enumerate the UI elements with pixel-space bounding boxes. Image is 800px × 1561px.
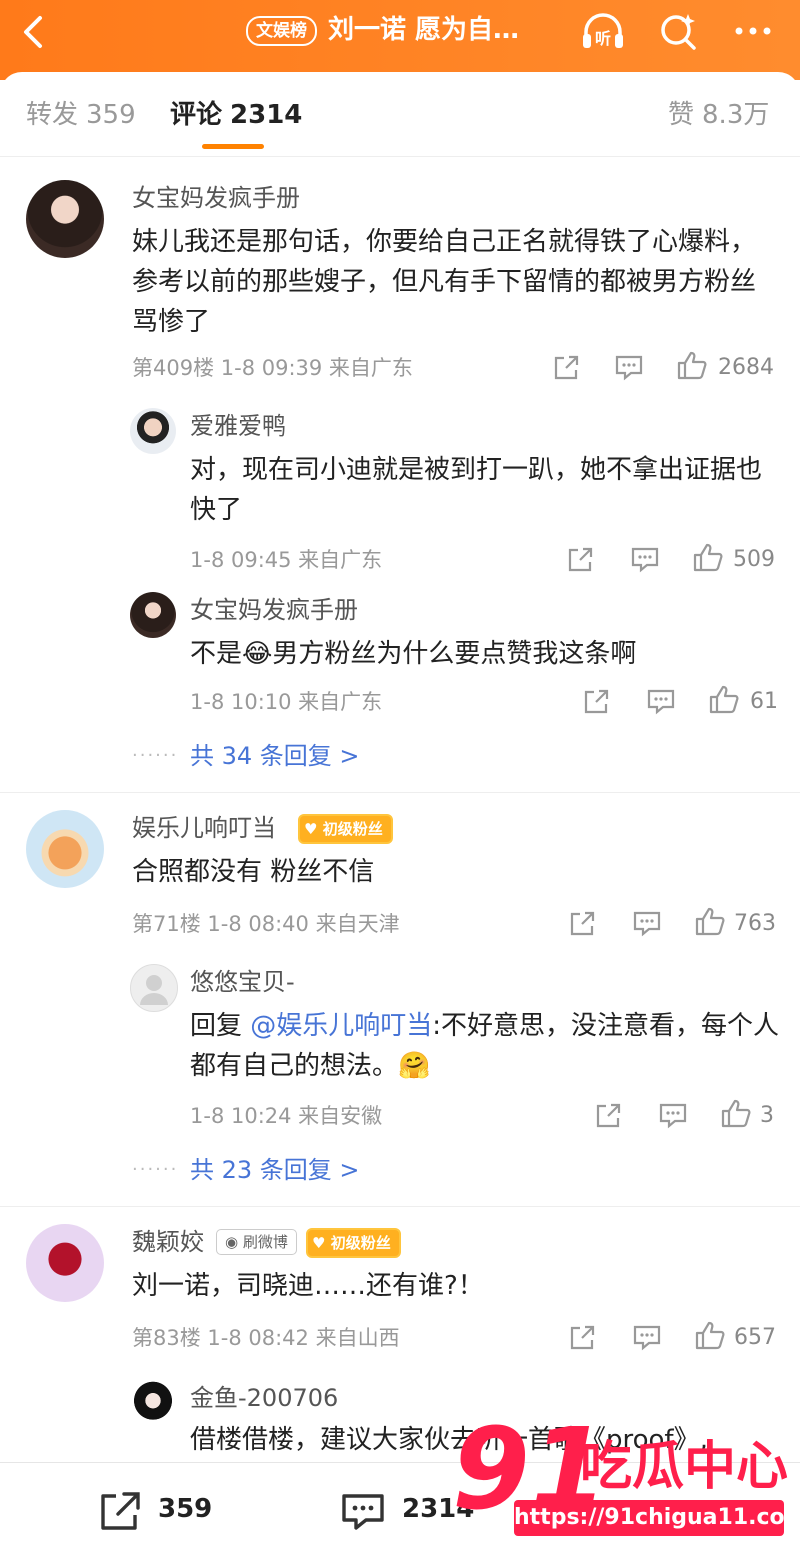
comment-meta: 1-8 10:10 来自广东	[190, 690, 383, 714]
hug-emoji-icon: 🤗	[398, 1051, 431, 1081]
view-more-replies-link[interactable]: 共 23 条回复 >	[190, 1154, 360, 1186]
tab-likes[interactable]: 赞 8.3万	[668, 98, 769, 132]
share-icon[interactable]	[566, 544, 594, 578]
avatar[interactable]	[130, 1380, 176, 1426]
commenter-name[interactable]: 魏颖姣	[132, 1226, 204, 1258]
comment-icon[interactable]	[658, 1100, 688, 1134]
like-icon[interactable]	[720, 1098, 752, 1132]
hot-list-badge[interactable]: 文娱榜	[246, 16, 317, 46]
weibo-logo-icon: ◉	[225, 1233, 239, 1251]
watermark-url: https://91chigua11.com	[514, 1500, 800, 1536]
comment-text: 合照都没有 粉丝不信	[132, 857, 375, 887]
tab-comments-count: 2314	[230, 100, 303, 130]
comment-text: 对，现在司小迪就是被到打一趴，她不拿出证据也快了	[190, 455, 763, 525]
tab-comments-label: 评论	[170, 100, 223, 130]
like-count: 3	[760, 1103, 774, 1128]
share-icon[interactable]	[552, 352, 580, 386]
tab-likes-label: 赞	[668, 100, 695, 130]
back-arrow-icon[interactable]	[14, 12, 54, 52]
active-tab-indicator	[202, 144, 264, 149]
top-bar: 文娱榜 刘一诺 愿为自… 听	[0, 0, 800, 80]
comment-divider	[0, 792, 800, 793]
topic-title: 刘一诺 愿为自…	[328, 15, 520, 45]
comment-text: 回复 @娱乐儿响叮当:不好意思，没注意看，每个人都有自己的想法。🤗	[190, 1006, 780, 1086]
comment-meta: 1-8 10:24 来自安徽	[190, 1104, 383, 1128]
comment-text: 妹儿我还是那句话，你要给自己正名就得铁了心爆料，参考以前的那些嫂子，但凡有手下留…	[132, 227, 757, 337]
dots-divider: ······	[132, 745, 179, 766]
commenter-name[interactable]: 娱乐儿响叮当	[132, 812, 276, 844]
view-more-replies-link[interactable]: 共 34 条回复 >	[190, 740, 360, 772]
comment-text-part: 男方粉丝为什么要点赞我这条啊	[272, 639, 637, 669]
commenter-name[interactable]: 爱雅爱鸭	[190, 410, 286, 442]
like-icon[interactable]	[708, 684, 740, 718]
like-count: 2684	[718, 355, 774, 380]
like-icon[interactable]	[694, 906, 726, 940]
mention-link[interactable]: @娱乐儿响叮当	[250, 1011, 432, 1041]
avatar[interactable]	[130, 592, 176, 638]
weibo-brush-badge[interactable]: ◉ 刷微博	[216, 1229, 297, 1255]
avatar[interactable]	[26, 1224, 104, 1302]
fan-level-badge[interactable]: ♥ 初级粉丝	[298, 814, 393, 844]
fan-level-badge[interactable]: ♥ 初级粉丝	[306, 1228, 401, 1258]
like-count: 657	[734, 1325, 776, 1350]
comment-text: 刘一诺，司晓迪……还有谁?！	[132, 1271, 484, 1301]
share-icon[interactable]	[568, 908, 596, 942]
comment-meta: 第409楼 1-8 09:39 来自广东	[132, 356, 413, 380]
commenter-name[interactable]: 女宝妈发疯手册	[190, 594, 358, 626]
fan-badge-label: 初级粉丝	[330, 1234, 391, 1252]
listen-icon[interactable]: 听	[580, 10, 626, 52]
comment-icon[interactable]	[630, 544, 660, 578]
tab-reposts-label: 转发	[26, 100, 79, 130]
more-icon[interactable]	[730, 10, 776, 52]
brush-badge-label: 刷微博	[242, 1233, 288, 1251]
watermark-text: 吃瓜中心	[580, 1437, 789, 1497]
like-count: 61	[750, 689, 778, 714]
fan-badge-icon: ♥	[304, 820, 318, 838]
commenter-name[interactable]: 悠悠宝贝-	[190, 966, 295, 998]
share-icon[interactable]	[582, 686, 610, 720]
comment-meta: 第71楼 1-8 08:40 来自天津	[132, 912, 400, 936]
svg-text:听: 听	[595, 29, 611, 48]
comment-divider	[0, 1206, 800, 1207]
comment-icon[interactable]	[614, 352, 644, 386]
avatar[interactable]	[130, 964, 178, 1012]
comment-meta: 第83楼 1-8 08:42 来自山西	[132, 1326, 400, 1350]
repost-count[interactable]: 359	[158, 1492, 212, 1526]
tab-reposts[interactable]: 转发 359	[26, 98, 136, 132]
reply-prefix: 回复	[190, 1011, 251, 1041]
commenter-name[interactable]: 女宝妈发疯手册	[132, 182, 300, 214]
like-count: 763	[734, 911, 776, 936]
tab-bar: 转发 359 评论 2314 赞 8.3万	[0, 72, 800, 157]
tab-reposts-count: 359	[86, 100, 136, 130]
tab-comments[interactable]: 评论 2314	[170, 98, 302, 132]
share-icon[interactable]	[568, 1322, 596, 1356]
like-count: 509	[733, 547, 775, 572]
comment-text-part: 不是	[190, 639, 243, 669]
avatar[interactable]	[26, 180, 104, 258]
dots-divider: ······	[132, 1159, 179, 1180]
laughing-emoji-icon: 😂	[242, 639, 273, 669]
comment-icon[interactable]	[632, 1322, 662, 1356]
comment-icon[interactable]	[632, 908, 662, 942]
search-icon[interactable]	[656, 10, 702, 52]
tab-likes-count: 8.3万	[702, 100, 770, 130]
repost-icon[interactable]	[98, 1490, 142, 1530]
watermark: 91 吃瓜中心 https://91chigua11.com	[452, 1410, 800, 1550]
avatar[interactable]	[26, 810, 104, 888]
share-icon[interactable]	[594, 1100, 622, 1134]
like-icon[interactable]	[676, 350, 708, 384]
comment-text: 不是😂男方粉丝为什么要点赞我这条啊	[190, 634, 770, 674]
fan-badge-label: 初级粉丝	[322, 820, 383, 838]
like-icon[interactable]	[694, 1320, 726, 1354]
fan-badge-icon: ♥	[312, 1234, 326, 1252]
comment-icon[interactable]	[646, 686, 676, 720]
avatar[interactable]	[130, 408, 176, 454]
comment-meta: 1-8 09:45 来自广东	[190, 548, 383, 572]
like-icon[interactable]	[692, 542, 724, 576]
commenter-name[interactable]: 金鱼-200706	[190, 1382, 338, 1414]
comment-bubble-icon[interactable]	[340, 1490, 386, 1530]
